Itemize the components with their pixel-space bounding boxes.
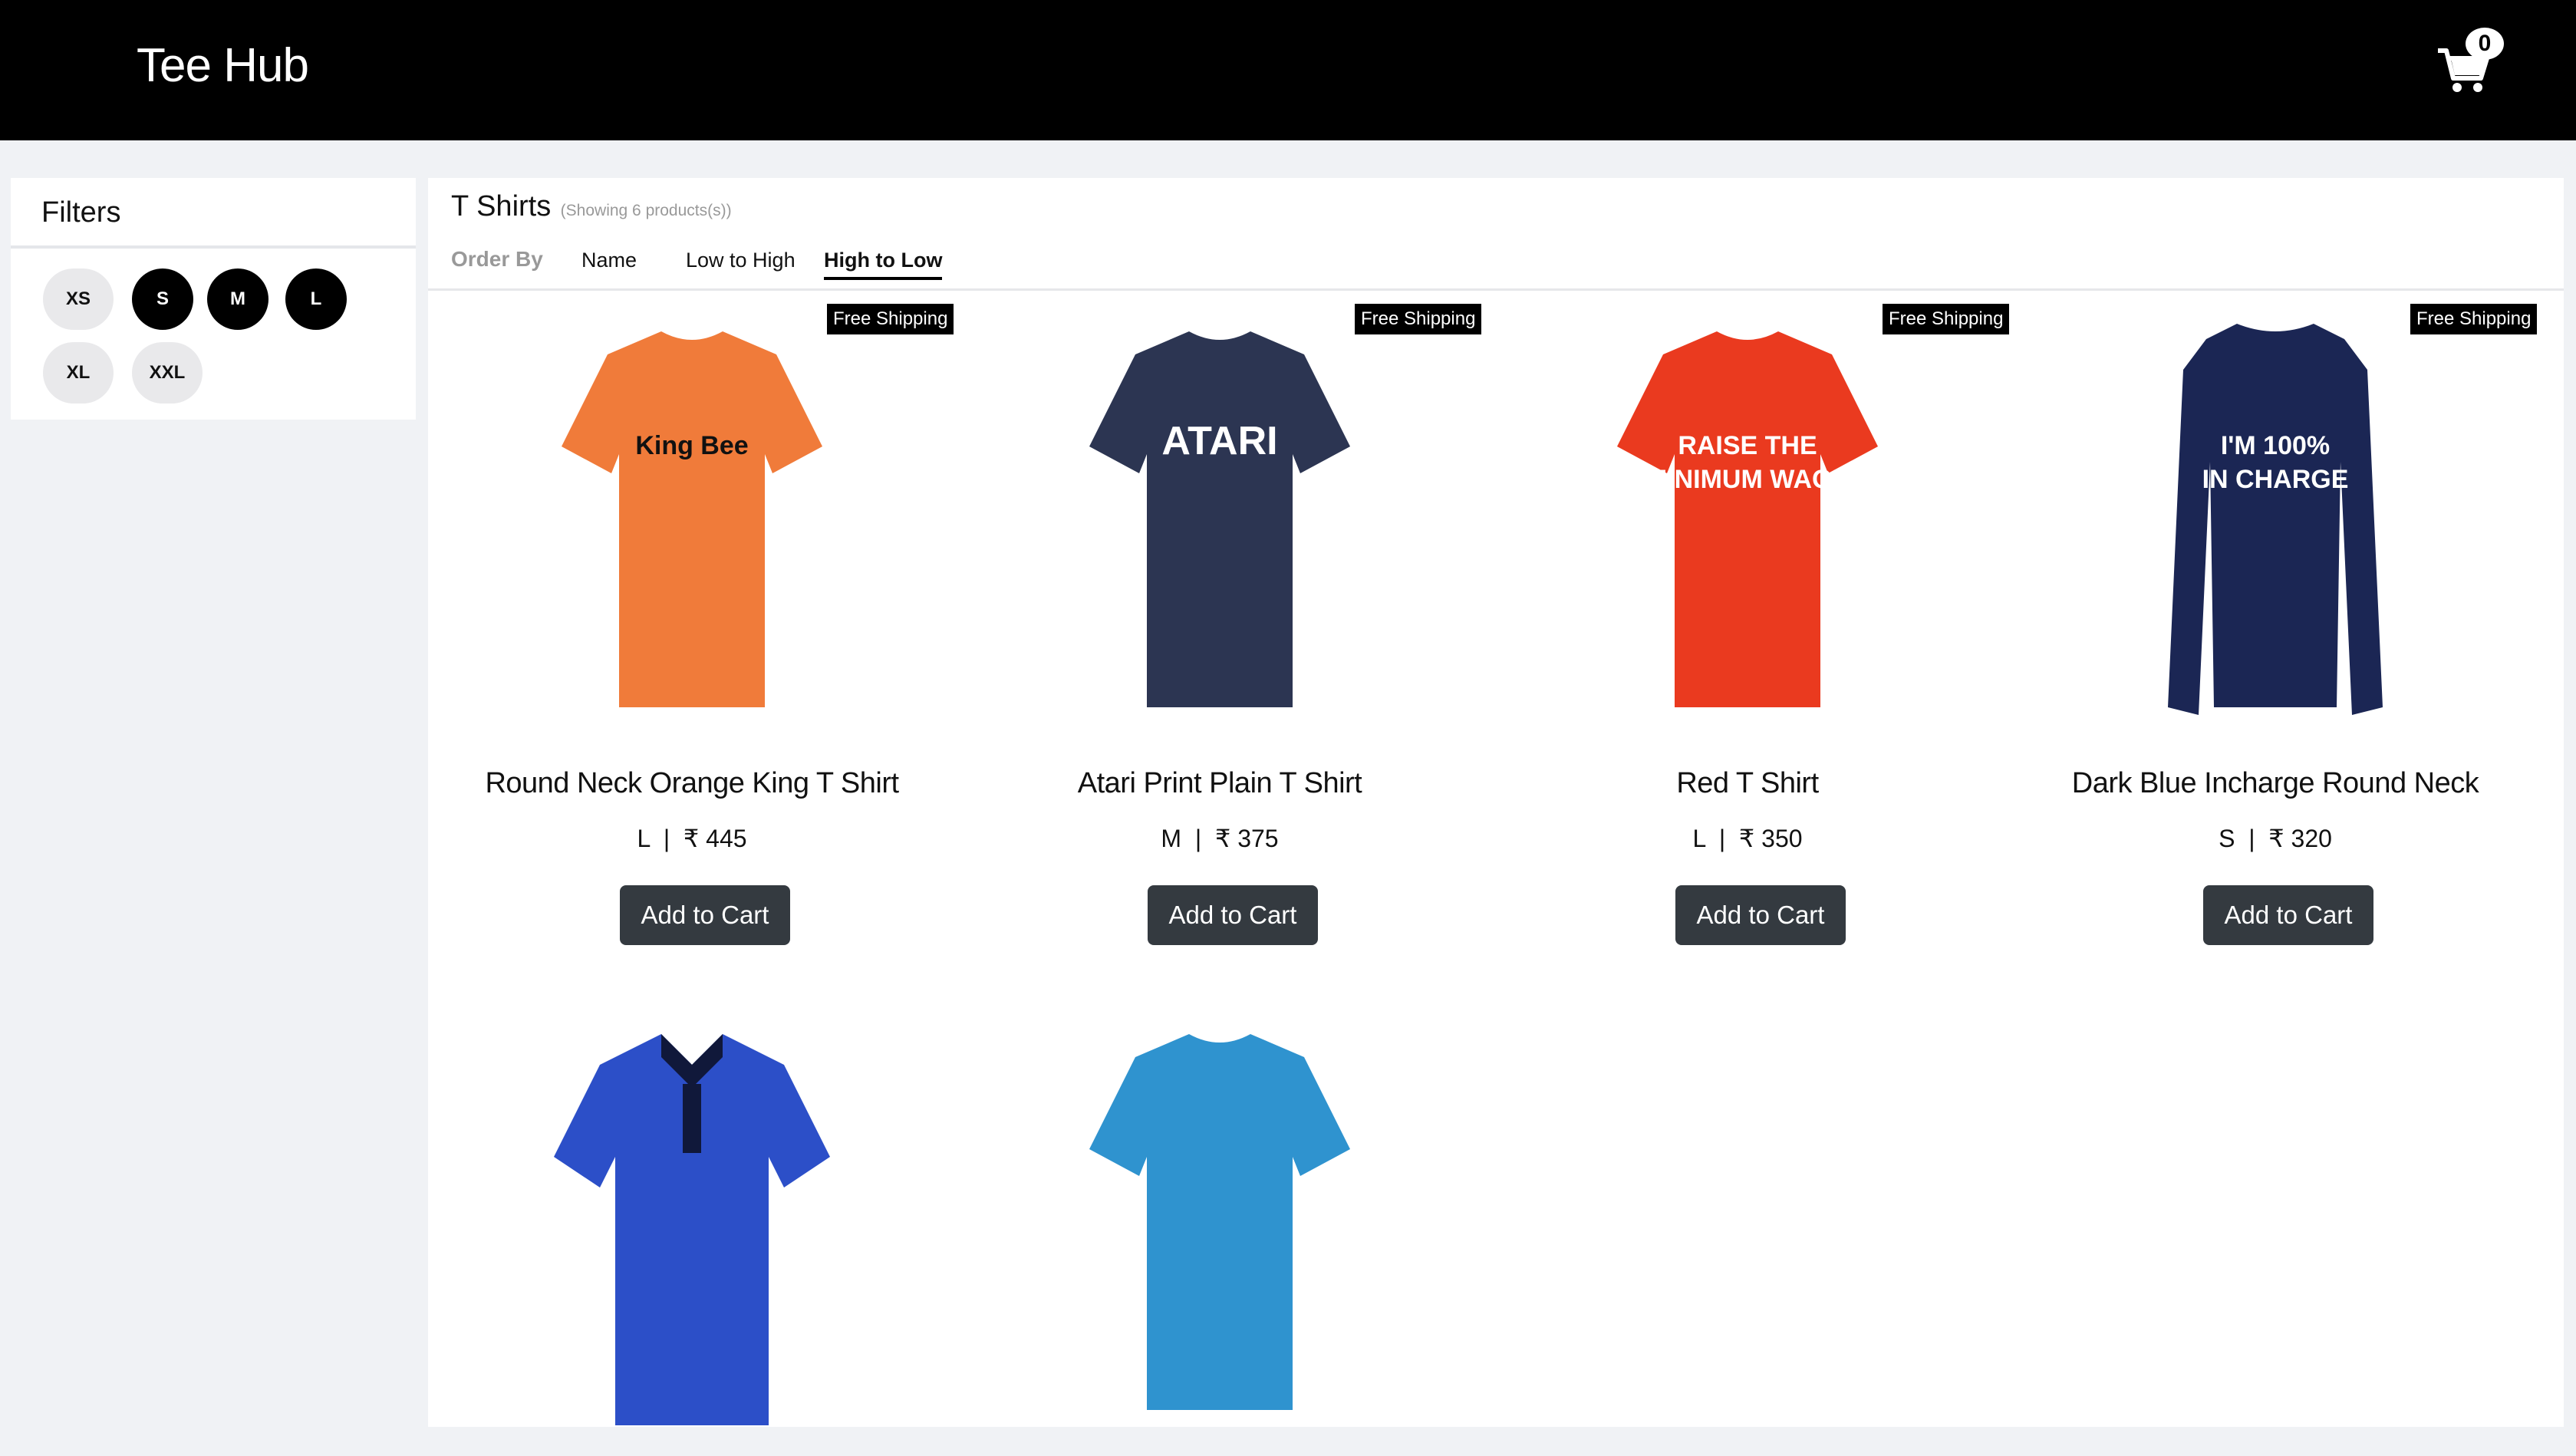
size-filter-xs[interactable]: XS (43, 268, 114, 330)
filters-panel: Filters XS S M L XL XXL (11, 178, 416, 420)
add-to-cart-button[interactable]: Add to Cart (1675, 885, 1846, 945)
product-image[interactable] (956, 1011, 1484, 1456)
product-name: Atari Print Plain T Shirt (1077, 767, 1362, 799)
order-by-label: Order By (451, 247, 543, 271)
product-count: (Showing 6 products(s)) (560, 202, 732, 219)
product-name: Dark Blue Incharge Round Neck (2071, 767, 2479, 799)
size-filter-s[interactable]: S (132, 268, 193, 330)
catalog-heading: T Shirts (Showing 6 products(s)) (451, 190, 732, 223)
filters-title: Filters (11, 178, 416, 249)
product-size-price: S | ₹ 320 (2219, 825, 2332, 852)
svg-text:RAISE THE: RAISE THE (1678, 431, 1817, 460)
svg-text:MINIMUM WAGE: MINIMUM WAGE (1645, 465, 1850, 494)
divider (428, 288, 2564, 291)
product-image[interactable] (428, 1011, 956, 1456)
product-name: Round Neck Orange King T Shirt (485, 767, 899, 799)
add-to-cart-button[interactable]: Add to Cart (620, 885, 790, 945)
product-size-price: L | ₹ 445 (637, 825, 747, 852)
free-shipping-badge: Free Shipping (2410, 304, 2538, 334)
product-image[interactable]: ATARI (956, 308, 1484, 753)
add-to-cart-button[interactable]: Add to Cart (1148, 885, 1318, 945)
size-filter-xxl[interactable]: XXL (132, 342, 203, 404)
svg-text:IN CHARGE: IN CHARGE (2202, 465, 2349, 494)
top-navbar: Tee Hub (0, 0, 2576, 140)
brand-logo[interactable]: Tee Hub (137, 34, 309, 98)
product-image[interactable]: I'M 100% IN CHARGE (2011, 308, 2539, 753)
product-image[interactable]: King Bee (428, 308, 956, 753)
sort-option-low-to-high[interactable]: Low to High (686, 249, 796, 272)
svg-text:King Bee: King Bee (635, 431, 748, 460)
sort-option-high-to-low[interactable]: High to Low (824, 249, 943, 280)
cart-count-badge[interactable]: 0 (2466, 28, 2504, 60)
page-title: T Shirts (451, 190, 552, 222)
free-shipping-badge: Free Shipping (827, 304, 954, 334)
product-image[interactable]: RAISE THE MINIMUM WAGE (1484, 308, 2011, 753)
product-size-price: M | ₹ 375 (1161, 825, 1279, 852)
add-to-cart-button[interactable]: Add to Cart (2203, 885, 2373, 945)
product-name: Red T Shirt (1676, 767, 1819, 799)
product-size-price: L | ₹ 350 (1692, 825, 1803, 852)
free-shipping-badge: Free Shipping (1355, 304, 1482, 334)
size-filter-l[interactable]: L (285, 268, 347, 330)
sort-option-name[interactable]: Name (581, 249, 637, 272)
product-catalog: T Shirts (Showing 6 products(s)) Order B… (428, 178, 2564, 1427)
svg-text:I'M 100%: I'M 100% (2221, 431, 2330, 460)
svg-text:ATARI: ATARI (1161, 419, 1277, 463)
size-filter-m[interactable]: M (207, 268, 268, 330)
size-filter-xl[interactable]: XL (43, 342, 114, 404)
free-shipping-badge: Free Shipping (1883, 304, 2010, 334)
